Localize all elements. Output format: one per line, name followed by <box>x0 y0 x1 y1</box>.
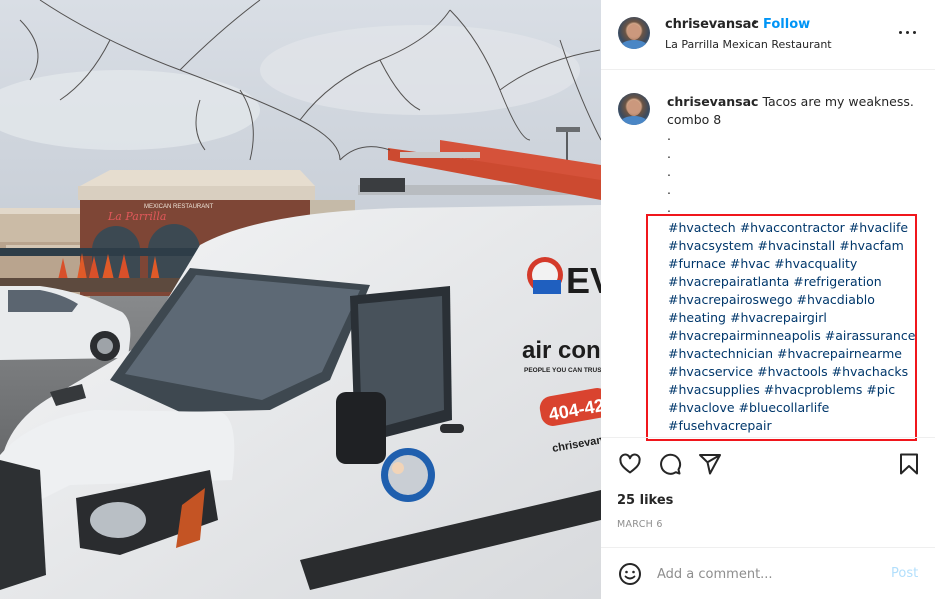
hashtag-link[interactable]: #hvachacks <box>832 364 909 379</box>
hashtag-link[interactable]: #hvacproblems <box>764 382 863 397</box>
caption-dot: . <box>667 146 671 161</box>
hashtag-link[interactable]: #furnace <box>668 256 726 271</box>
comment-input[interactable] <box>657 562 877 586</box>
restaurant-sign-sub: MEXICAN RESTAURANT <box>144 204 214 210</box>
hashtag-line: #hvacservice #hvactools #hvachacks <box>668 363 915 381</box>
side-mirror <box>336 392 386 464</box>
comment-bubble-icon[interactable] <box>658 452 682 476</box>
divider <box>601 437 935 438</box>
hashtag-link[interactable]: #hvaccontractor <box>740 220 845 235</box>
hashtag-link[interactable]: #hvacrepairgirl <box>730 310 827 325</box>
hashtag-line: #hvactech #hvaccontractor #hvaclife <box>668 219 915 237</box>
location-link[interactable]: La Parrilla Mexican Restaurant <box>665 38 832 51</box>
post-header: chrisevansac • Follow La Parrilla Mexica… <box>601 0 935 70</box>
hashtag-line: #hvacrepairminneapolis #airassurance <box>668 327 915 345</box>
separator-dot: • <box>751 16 759 31</box>
hashtag-link[interactable]: #hvacfam <box>839 238 904 253</box>
hashtag-link[interactable]: #hvacrepairatlanta <box>668 274 789 289</box>
hashtags-highlight-box: #hvactech #hvaccontractor #hvaclife #hvac… <box>646 214 917 441</box>
hashtag-line: #fusehvacrepair <box>668 417 915 435</box>
hashtag-link[interactable]: #hvacsupplies <box>668 382 760 397</box>
hashtag-link[interactable]: #bluecollarlife <box>739 400 830 415</box>
hashtag-line: #heating #hvacrepairgirl <box>668 309 915 327</box>
caption-line-2: combo 8 <box>667 112 722 127</box>
hashtag-link[interactable]: #hvacsystem <box>668 238 754 253</box>
hashtag-line: #furnace #hvac #hvacquality <box>668 255 915 273</box>
hashtag-line: #hvactechnician #hvacrepairnearme <box>668 345 915 363</box>
hashtag-line: #hvacrepairoswego #hvacdiablo <box>668 291 915 309</box>
hashtag-link[interactable]: #hvacrepairnearme <box>777 346 902 361</box>
caption-avatar[interactable] <box>618 93 650 125</box>
hashtag-link[interactable]: #airassurance <box>825 328 916 343</box>
van-brand: EV <box>566 260 601 301</box>
caption-dot: . <box>667 128 671 143</box>
caption-line-1: chrisevansac Tacos are my weakness. <box>667 93 927 111</box>
hashtag-link[interactable]: #hvac <box>730 256 770 271</box>
likes-count[interactable]: 25 likes <box>617 493 673 508</box>
hashtag-link[interactable]: #heating <box>668 310 726 325</box>
caption: chrisevansac Tacos are my weakness. comb… <box>667 93 927 219</box>
hashtag-link[interactable]: #hvacquality <box>774 256 857 271</box>
restaurant-sign: La Parrilla <box>107 210 166 223</box>
smiley-icon[interactable] <box>618 562 642 586</box>
hashtag-line: #hvacsupplies #hvacproblems #pic <box>668 381 915 399</box>
hashtag-line: #hvaclove #bluecollarlife <box>668 399 915 417</box>
hashtag-link[interactable]: #hvacdiablo <box>796 292 874 307</box>
post-side-panel: chrisevansac • Follow La Parrilla Mexica… <box>601 0 935 599</box>
paper-plane-icon[interactable] <box>698 452 722 476</box>
hashtag-link[interactable]: #hvacrepairminneapolis <box>668 328 821 343</box>
hashtag-link[interactable]: #pic <box>866 382 895 397</box>
hashtag-link[interactable]: #hvactools <box>757 364 828 379</box>
caption-text: Tacos are my weakness. <box>762 94 914 109</box>
username-link[interactable]: chrisevansac <box>665 17 759 32</box>
hashtag-link[interactable]: #hvaclove <box>668 400 735 415</box>
post-comment-button[interactable]: Post <box>891 566 918 581</box>
hashtag-line: #hvacsystem #hvacinstall #hvacfam <box>668 237 915 255</box>
hashtag-link[interactable]: #fusehvacrepair <box>668 418 772 433</box>
heart-icon[interactable] <box>618 452 642 476</box>
hashtag-line: #hvacrepairatlanta #refrigeration <box>668 273 915 291</box>
hashtag-link[interactable]: #hvacinstall <box>758 238 836 253</box>
caption-dot: . <box>667 164 671 179</box>
follow-button[interactable]: Follow <box>763 17 810 32</box>
hashtag-link[interactable]: #hvacrepairoswego <box>668 292 792 307</box>
post-photo[interactable]: La Parrilla MEXICAN RESTAURANT E air con… <box>0 0 601 599</box>
photo-illustration: La Parrilla MEXICAN RESTAURANT E air con… <box>0 0 601 599</box>
bookmark-icon[interactable] <box>897 452 921 476</box>
hashtag-link[interactable]: #refrigeration <box>793 274 881 289</box>
hashtag-link[interactable]: #hvaclife <box>849 220 908 235</box>
hashtag-link[interactable]: #hvacservice <box>668 364 753 379</box>
post-date[interactable]: MARCH 6 <box>617 519 663 530</box>
comment-bar: Post <box>601 547 935 599</box>
van-slogan: PEOPLE YOU CAN TRUST SER <box>524 367 601 374</box>
more-options-icon[interactable] <box>897 24 919 40</box>
avatar[interactable] <box>618 17 650 49</box>
caption-dot: . <box>667 182 671 197</box>
caption-username[interactable]: chrisevansac <box>667 94 758 109</box>
hashtag-link[interactable]: #hvactechnician <box>668 346 773 361</box>
van-line2: air cond <box>522 337 601 364</box>
hashtag-link[interactable]: #hvactech <box>668 220 736 235</box>
